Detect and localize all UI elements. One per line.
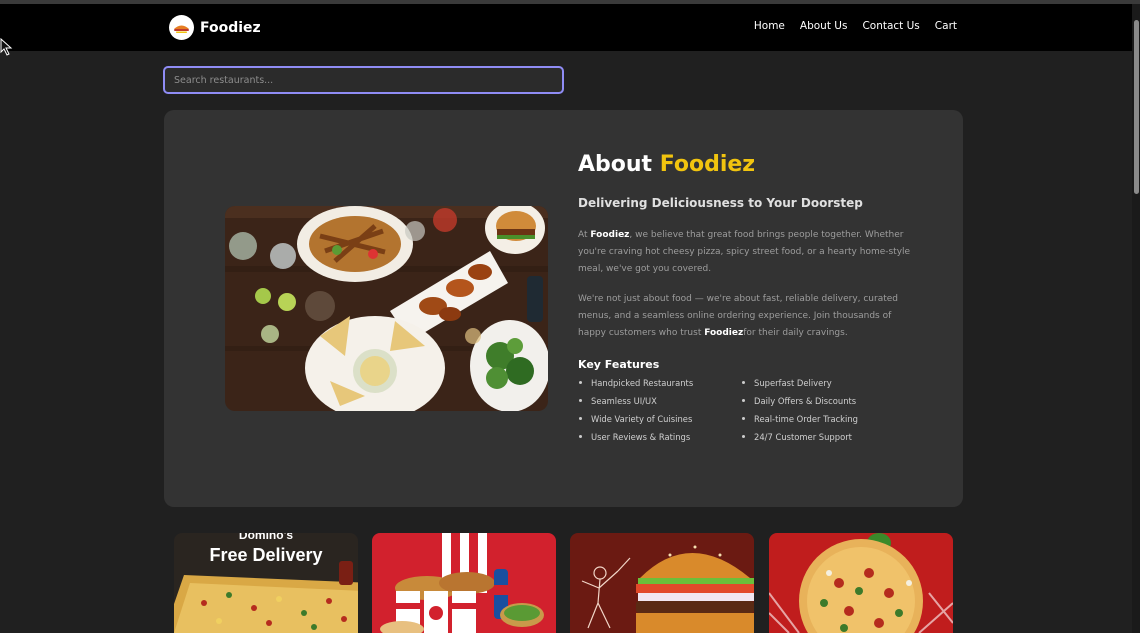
key-features-title: Key Features: [578, 357, 660, 371]
nav-home[interactable]: Home: [754, 20, 785, 32]
food-spread-image: [225, 206, 548, 411]
page-scrollbar[interactable]: [1132, 4, 1140, 633]
para2-brand: Foodiez: [704, 327, 744, 338]
about-paragraph-1: At Foodiez, we believe that great food b…: [578, 227, 918, 277]
feature-item: Handpicked Restaurants: [578, 377, 741, 389]
offer-card-dominos[interactable]: Domino's Free Delivery: [174, 533, 358, 633]
brand-name: Foodiez: [200, 19, 261, 36]
about-paragraph-2: We're not just about food — we're about …: [578, 291, 918, 341]
feature-item: Wide Variety of Cuisines: [578, 413, 741, 425]
about-title-highlight: Foodiez: [659, 152, 756, 177]
pepperoni-pizza-image: [769, 533, 953, 633]
nav-links: Home About Us Contact Us Cart: [754, 20, 957, 32]
feature-item: Superfast Delivery: [741, 377, 901, 389]
free-delivery-caption: Free Delivery: [209, 545, 323, 565]
feature-item: Daily Offers & Discounts: [741, 395, 901, 407]
para2-after: for their daily cravings.: [743, 327, 848, 338]
about-section: About Foodiez Delivering Deliciousness t…: [164, 110, 963, 507]
navbar: Foodiez Home About Us Contact Us Cart: [0, 4, 1132, 51]
nav-contact-us[interactable]: Contact Us: [862, 20, 919, 32]
logo-icon: [169, 15, 194, 40]
feature-item: User Reviews & Ratings: [578, 431, 741, 443]
burger-image: [570, 533, 754, 633]
nav-about-us[interactable]: About Us: [800, 20, 848, 32]
search-input[interactable]: [163, 66, 564, 94]
offer-card-pizza[interactable]: [769, 533, 953, 633]
para1-before: At: [578, 230, 591, 240]
scrollbar-thumb[interactable]: [1134, 20, 1139, 194]
offer-card-burger[interactable]: [570, 533, 754, 633]
fried-chicken-image: [372, 533, 556, 633]
brand[interactable]: Foodiez: [169, 15, 261, 40]
key-features-list: Handpicked Restaurants Superfast Deliver…: [578, 377, 918, 443]
nav-cart[interactable]: Cart: [935, 20, 957, 32]
mouse-cursor-icon: [0, 38, 13, 56]
about-title-prefix: About: [578, 152, 660, 177]
about-title: About Foodiez: [578, 152, 918, 177]
about-subtitle: Delivering Deliciousness to Your Doorste…: [578, 196, 863, 210]
feature-item: Seamless UI/UX: [578, 395, 741, 407]
para1-brand: Foodiez: [590, 230, 630, 240]
offer-cards: Domino's Free Delivery: [174, 533, 954, 633]
feature-item: Real-time Order Tracking: [741, 413, 901, 425]
offer-card-kfc[interactable]: [372, 533, 556, 633]
feature-item: 24/7 Customer Support: [741, 431, 901, 443]
dominos-brand: Domino's: [238, 533, 294, 542]
about-text-block: About Foodiez Delivering Deliciousness t…: [578, 152, 918, 443]
